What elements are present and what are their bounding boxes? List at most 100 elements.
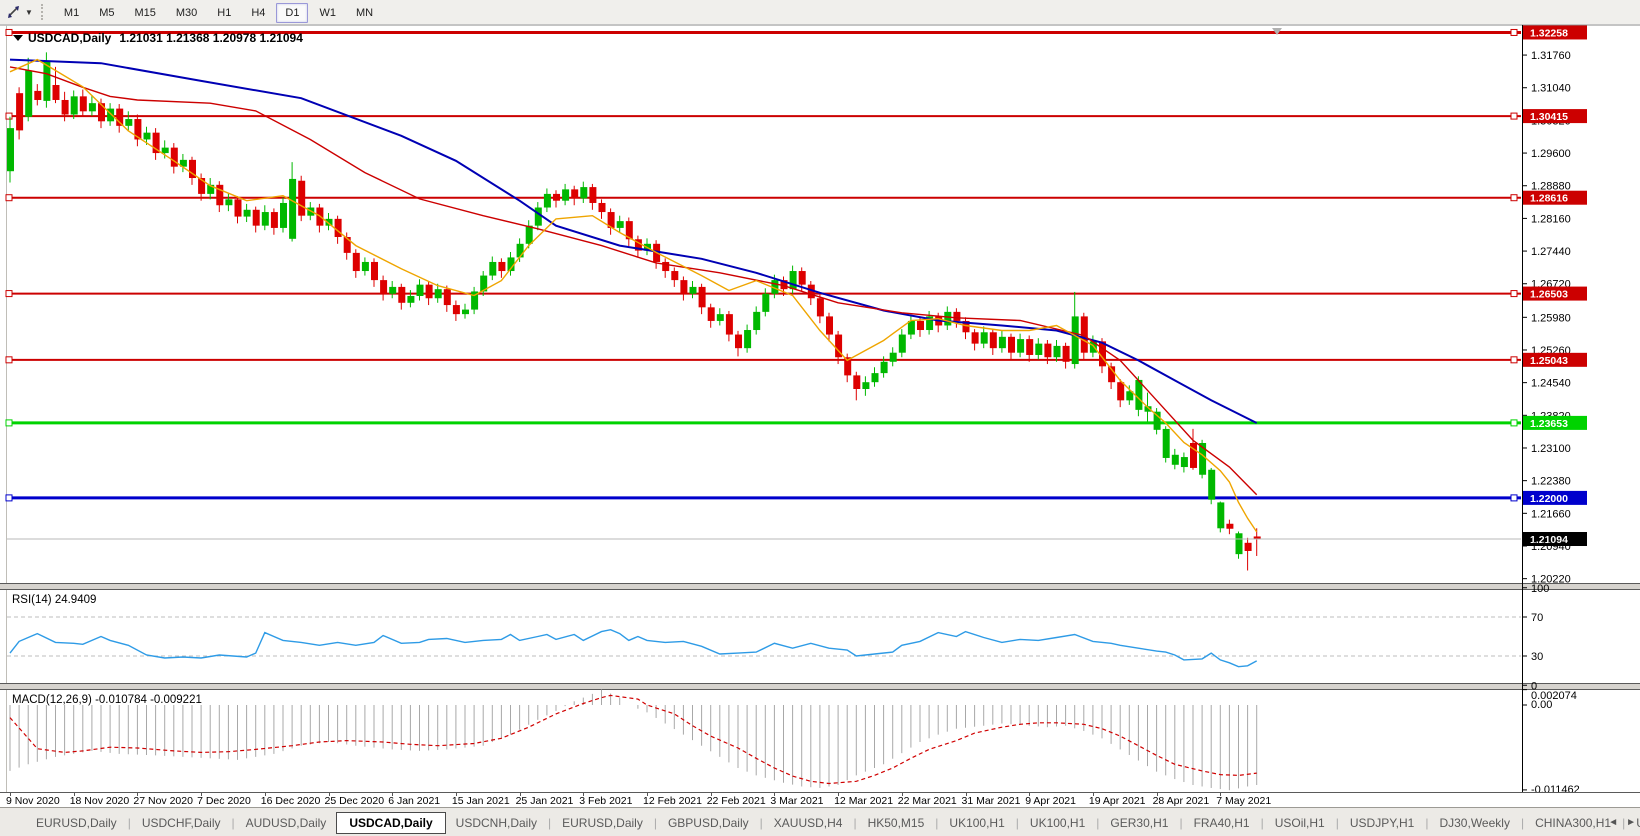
candle	[944, 311, 952, 326]
level-anchor[interactable]	[5, 419, 13, 427]
symbol-period-label: USDCAD,Daily	[28, 31, 112, 45]
level-anchor[interactable]	[1510, 494, 1518, 502]
macd-tick-label: 0.00	[1531, 699, 1552, 711]
timeframe-button-h4[interactable]: H4	[242, 3, 274, 23]
tab-separator: |	[127, 815, 131, 830]
candle	[534, 207, 542, 226]
candle	[616, 221, 624, 228]
chart-tab[interactable]: FRA40,H1	[1184, 812, 1260, 834]
candle	[61, 99, 69, 115]
chart-tab[interactable]: EURUSD,Daily	[552, 812, 653, 834]
price-tick-label: 1.21660	[1531, 508, 1571, 520]
chart-tab[interactable]: USDJPY,H1	[1340, 812, 1424, 834]
candle	[443, 289, 451, 306]
timeframe-button-m15[interactable]: M15	[125, 3, 164, 23]
chart-tab[interactable]: CHINA300,H1	[1525, 812, 1621, 834]
tab-separator: |	[1520, 815, 1525, 830]
candle	[789, 271, 797, 290]
price-tick-label: 1.23100	[1531, 443, 1571, 455]
tab-separator: |	[1425, 815, 1429, 830]
level-anchor[interactable]	[5, 112, 13, 120]
date-axis[interactable]: 9 Nov 2020 18 Nov 2020 27 Nov 2020 7 Dec 20…	[0, 793, 1640, 807]
candle	[753, 311, 761, 331]
macd-separator[interactable]	[0, 683, 1640, 690]
candle	[580, 187, 588, 199]
tab-scroll-left-icon[interactable]: ◄	[1608, 817, 1618, 828]
date-tick-label: 3 Mar 2021	[770, 795, 824, 807]
level-anchor[interactable]	[1510, 112, 1518, 120]
chart-tools-icon[interactable]	[4, 3, 24, 21]
date-tick-label: 16 Dec 2020	[260, 795, 321, 807]
level-anchor[interactable]	[1510, 356, 1518, 364]
level-anchor[interactable]	[5, 290, 13, 298]
candle	[571, 189, 579, 199]
timeframe-button-m5[interactable]: M5	[90, 3, 123, 23]
timeframe-toolbar: ▼ M1 M5 M15 M30 H1 H4 D1 W1 MN	[0, 0, 1640, 25]
price-chart-area[interactable]: 1.21094 1.317601.310401.303201.296001.28…	[0, 24, 1640, 793]
price-tick-label: 1.20940	[1531, 541, 1571, 553]
candle	[389, 286, 397, 294]
candle	[125, 119, 133, 126]
candle	[416, 284, 424, 296]
timeframe-button-w1[interactable]: W1	[310, 3, 345, 23]
timeframe-button-mn[interactable]: MN	[347, 3, 382, 23]
candle	[689, 286, 697, 294]
candle	[161, 147, 169, 154]
level-anchor[interactable]	[5, 28, 13, 36]
timeframe-button-h1[interactable]: H1	[208, 3, 240, 23]
candle	[1026, 339, 1034, 355]
candle	[907, 320, 915, 335]
chart-tab[interactable]: USDCHF,Daily	[132, 812, 231, 834]
date-tick-label: 7 May 2021	[1216, 795, 1272, 807]
candle	[16, 93, 24, 131]
chart-tab[interactable]: USDCNH,Daily	[446, 812, 547, 834]
candle	[716, 314, 724, 321]
candle	[371, 261, 378, 281]
candle	[352, 252, 360, 272]
toolbar-grip[interactable]	[40, 4, 48, 20]
candle	[1035, 343, 1043, 355]
level-anchor[interactable]	[1510, 290, 1518, 298]
chart-tab[interactable]: EURUSD,Daily	[26, 812, 127, 834]
chart-tab[interactable]: HK50,M15	[858, 812, 935, 834]
chart-tab[interactable]: AUDUSD,Daily	[236, 812, 337, 834]
candle	[862, 382, 870, 389]
chart-tab[interactable]: UK100,H1	[939, 812, 1014, 834]
tab-scroll-right-icon[interactable]: ►	[1626, 817, 1636, 828]
level-anchor[interactable]	[1510, 194, 1518, 202]
rsi-separator[interactable]	[0, 583, 1640, 590]
level-anchor[interactable]	[1510, 28, 1518, 36]
candle	[98, 103, 105, 122]
candle	[816, 298, 824, 317]
rsi-tick-label: 30	[1531, 651, 1543, 663]
chart-tab[interactable]: USOil,H1	[1265, 812, 1335, 834]
candle	[1180, 457, 1188, 468]
level-anchor[interactable]	[5, 494, 13, 502]
chart-tab[interactable]: XAUUSD,H4	[764, 812, 853, 834]
chart-tab[interactable]: UK100,H1	[1020, 812, 1095, 834]
date-tick-label: 9 Apr 2021	[1025, 795, 1076, 807]
chart-tab[interactable]: GER30,H1	[1100, 812, 1178, 834]
candle	[516, 243, 524, 258]
date-tick-label: 3 Feb 2021	[579, 795, 633, 807]
tab-separator: |	[1260, 815, 1264, 830]
timeframe-button-m30[interactable]: M30	[167, 3, 206, 23]
level-anchor[interactable]	[1510, 419, 1518, 427]
level-anchor[interactable]	[5, 194, 13, 202]
chart-tab[interactable]: USDCAD,Daily	[336, 811, 446, 834]
candle	[671, 271, 679, 281]
chevron-down-icon[interactable]: ▼	[25, 8, 33, 17]
date-tick-label: 25 Dec 2020	[324, 795, 385, 807]
chart-tab[interactable]: GBPUSD,Daily	[658, 812, 759, 834]
chart-tab[interactable]: DJ30,Weekly	[1429, 812, 1519, 834]
candle	[25, 70, 33, 117]
tab-separator: |	[1179, 815, 1183, 830]
timeframe-button-d1[interactable]: D1	[276, 3, 309, 23]
timeframe-button-m1[interactable]: M1	[55, 3, 88, 23]
candle	[1153, 411, 1161, 430]
candle	[452, 305, 460, 315]
level-anchor[interactable]	[5, 356, 13, 364]
candle	[871, 373, 879, 383]
candle	[498, 261, 506, 272]
candle	[798, 271, 806, 285]
